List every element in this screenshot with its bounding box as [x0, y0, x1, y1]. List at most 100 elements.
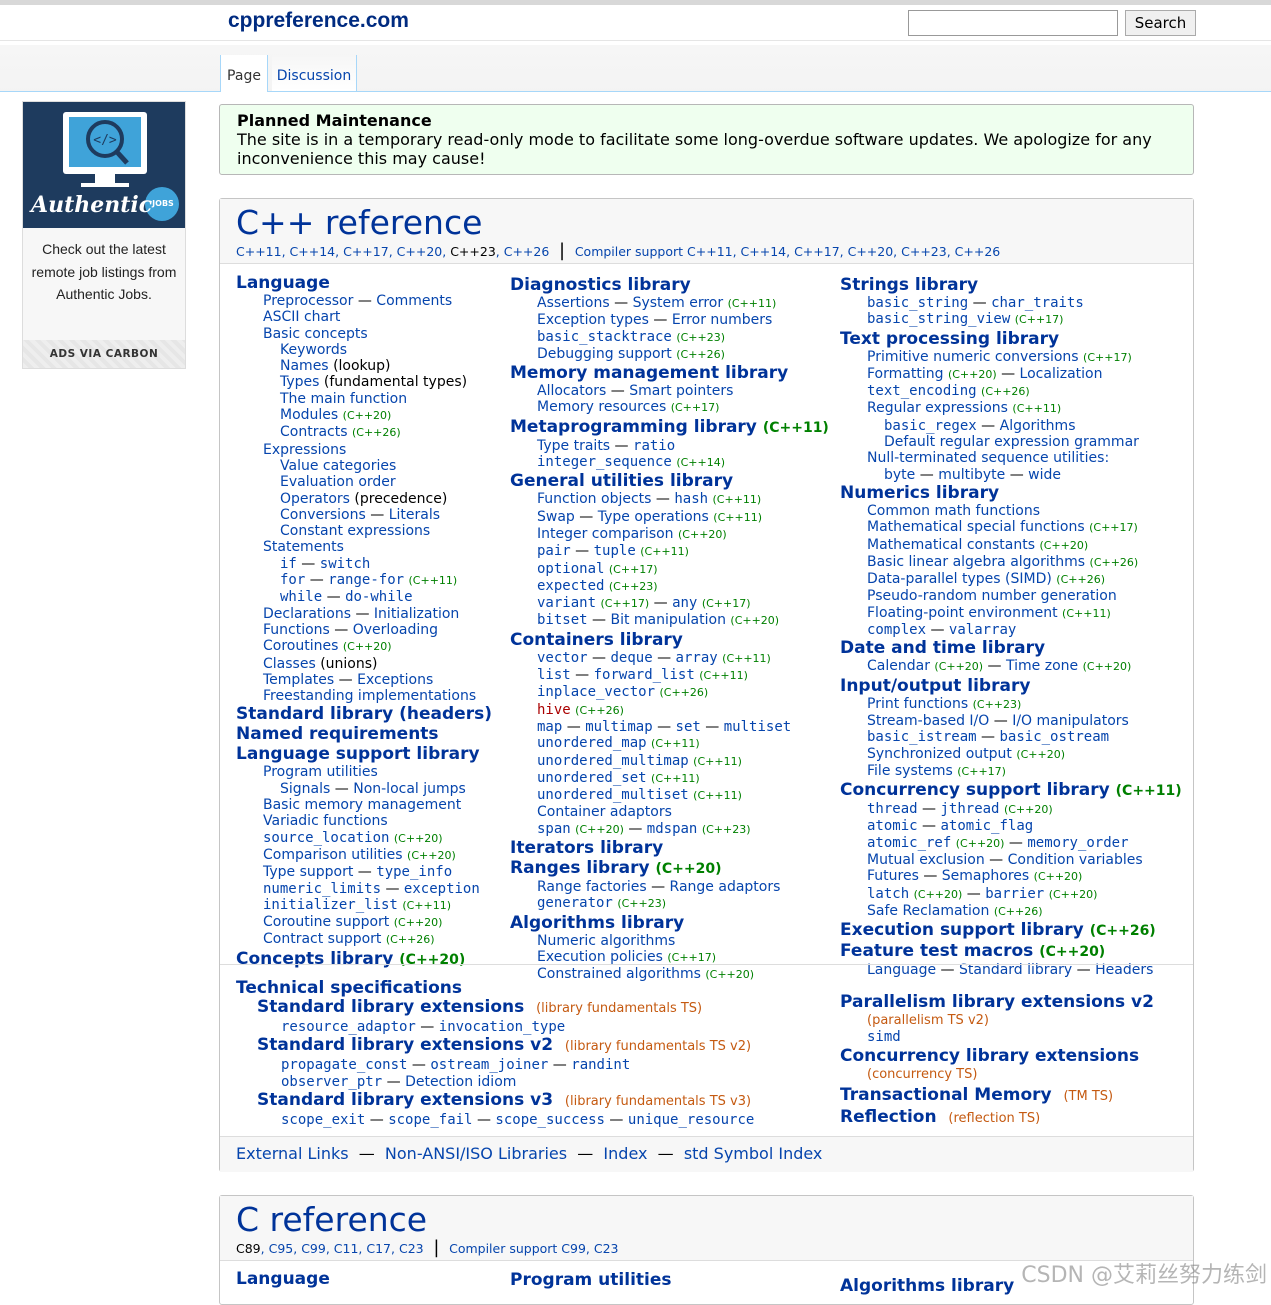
- ref-link[interactable]: Numerics library: [840, 483, 999, 503]
- ref-link[interactable]: Exception types: [537, 312, 649, 328]
- ref-link[interactable]: basic_string: [867, 295, 968, 311]
- index-link[interactable]: Index: [603, 1144, 647, 1163]
- ref-link[interactable]: memory_order: [1027, 835, 1128, 851]
- std-symbol-index-link[interactable]: std Symbol Index: [684, 1144, 823, 1163]
- ref-link[interactable]: Input/output library: [840, 676, 1030, 696]
- ref-link[interactable]: Exceptions: [357, 672, 433, 688]
- version-link[interactable]: C++23: [450, 244, 496, 259]
- ref-link[interactable]: Basic linear algebra algorithms: [867, 554, 1085, 570]
- ref-link[interactable]: unique_resource: [628, 1112, 754, 1128]
- ref-link[interactable]: Semaphores: [942, 868, 1029, 884]
- ref-link[interactable]: Calendar: [867, 658, 930, 674]
- ref-link[interactable]: Mathematical constants: [867, 537, 1035, 553]
- ref-link[interactable]: Debugging support: [537, 346, 672, 362]
- ref-link[interactable]: Names: [280, 358, 329, 374]
- ref-link[interactable]: Default regular expression grammar: [884, 434, 1139, 450]
- ref-link[interactable]: Swap: [537, 509, 575, 525]
- ref-link[interactable]: General utilities library: [510, 471, 733, 491]
- ref-link[interactable]: Freestanding implementations: [263, 688, 476, 704]
- ref-link[interactable]: Text processing library: [840, 329, 1059, 349]
- ref-link[interactable]: while: [280, 589, 322, 605]
- version-link[interactable]: C17: [366, 1241, 391, 1256]
- ref-link[interactable]: Containers library: [510, 630, 683, 650]
- ref-link[interactable]: Algorithms: [1000, 418, 1076, 434]
- ads-via-carbon-link[interactable]: ADS VIA CARBON: [23, 340, 185, 368]
- ref-link[interactable]: Literals: [389, 507, 440, 523]
- tech-spec-heading[interactable]: Technical specifications: [236, 978, 462, 998]
- ref-link[interactable]: Basic concepts: [263, 326, 368, 342]
- version-link[interactable]: C++17: [343, 244, 389, 259]
- ref-link[interactable]: Value categories: [280, 458, 396, 474]
- ref-link[interactable]: byte: [884, 467, 915, 483]
- ref-link[interactable]: Formatting: [867, 366, 943, 382]
- ref-link[interactable]: Numeric algorithms: [537, 933, 675, 949]
- ref-link[interactable]: hash: [674, 491, 708, 507]
- ref-link[interactable]: wide: [1028, 467, 1061, 483]
- ref-link[interactable]: Preprocessor: [263, 293, 353, 309]
- ref-link[interactable]: char_traits: [991, 295, 1084, 311]
- ref-link[interactable]: Bit manipulation: [610, 612, 725, 628]
- ref-link[interactable]: type_info: [376, 864, 452, 880]
- ref-link[interactable]: Date and time library: [840, 638, 1045, 658]
- ref-link[interactable]: Conversions: [280, 507, 366, 523]
- ref-link[interactable]: generator: [537, 895, 613, 911]
- ref-link[interactable]: Concurrency library extensions: [840, 1046, 1139, 1066]
- ref-link[interactable]: Pseudo-random number generation: [867, 588, 1117, 604]
- ref-link[interactable]: Comparison utilities: [263, 847, 403, 863]
- ref-link[interactable]: Mathematical special functions: [867, 519, 1085, 535]
- ref-link[interactable]: forward_list: [594, 667, 695, 683]
- ref-link[interactable]: ASCII chart: [263, 309, 340, 325]
- paren-link[interactable]: (precedence): [354, 491, 447, 507]
- ref-link[interactable]: for: [280, 572, 305, 588]
- ref-link[interactable]: Diagnostics library: [510, 275, 691, 295]
- ref-link[interactable]: switch: [320, 556, 371, 572]
- ref-link[interactable]: Modules: [280, 407, 338, 423]
- ref-link[interactable]: Common math functions: [867, 503, 1040, 519]
- ref-link[interactable]: Language support library: [236, 744, 480, 764]
- version-link[interactable]: C++26: [504, 244, 550, 259]
- ref-link[interactable]: Memory resources: [537, 399, 666, 415]
- ref-link[interactable]: list: [537, 667, 571, 683]
- version-link[interactable]: C++14: [290, 244, 336, 259]
- ref-link[interactable]: unordered_multiset: [537, 787, 689, 803]
- ref-link[interactable]: multimap: [585, 719, 652, 735]
- ref-link[interactable]: vector: [537, 650, 588, 666]
- ref-link[interactable]: Smart pointers: [629, 383, 733, 399]
- version-link[interactable]: C11: [334, 1241, 359, 1256]
- ref-link[interactable]: Type operations: [598, 509, 709, 525]
- ref-link[interactable]: Variadic functions: [263, 813, 388, 829]
- version-link[interactable]: C99: [301, 1241, 326, 1256]
- ref-link[interactable]: Iterators library: [510, 838, 663, 858]
- paren-link[interactable]: (unions): [320, 656, 377, 672]
- paren-link[interactable]: (fundamental types): [324, 374, 467, 390]
- search-button[interactable]: Search: [1125, 10, 1196, 36]
- ref-link[interactable]: Error numbers: [672, 312, 773, 328]
- ref-link[interactable]: Strings library: [840, 275, 978, 295]
- ref-link[interactable]: File systems: [867, 763, 953, 779]
- ref-link[interactable]: Transactional Memory: [840, 1085, 1052, 1105]
- ref-link[interactable]: basic_stacktrace: [537, 329, 672, 345]
- ref-link[interactable]: Language: [236, 273, 330, 293]
- ref-link[interactable]: bitset: [537, 612, 588, 628]
- ref-link[interactable]: numeric_limits: [263, 881, 381, 897]
- external-links-link[interactable]: External Links: [236, 1144, 349, 1163]
- ref-link[interactable]: Execution policies: [537, 949, 663, 965]
- version-link[interactable]: C23: [399, 1241, 424, 1256]
- ref-link[interactable]: Data-parallel types (SIMD): [867, 571, 1052, 587]
- ref-link[interactable]: Types: [280, 374, 319, 390]
- ref-link[interactable]: The main function: [280, 391, 407, 407]
- ref-link[interactable]: unordered_map: [537, 735, 647, 751]
- ref-link[interactable]: Non-local jumps: [353, 781, 466, 797]
- version-link[interactable]: C95: [269, 1241, 294, 1256]
- ref-link[interactable]: any: [672, 595, 697, 611]
- ref-link[interactable]: do-while: [345, 589, 412, 605]
- ref-link[interactable]: atomic_ref: [867, 835, 951, 851]
- ref-link[interactable]: observer_ptr: [281, 1074, 382, 1090]
- ref-link[interactable]: if: [280, 556, 297, 572]
- ref-link[interactable]: Regular expressions: [867, 400, 1008, 416]
- ref-link[interactable]: mdspan: [647, 821, 698, 837]
- ref-link[interactable]: Signals: [280, 781, 330, 797]
- ref-link[interactable]: source_location: [263, 830, 389, 846]
- ref-link[interactable]: Classes: [263, 656, 316, 672]
- ref-link[interactable]: Type support: [263, 864, 353, 880]
